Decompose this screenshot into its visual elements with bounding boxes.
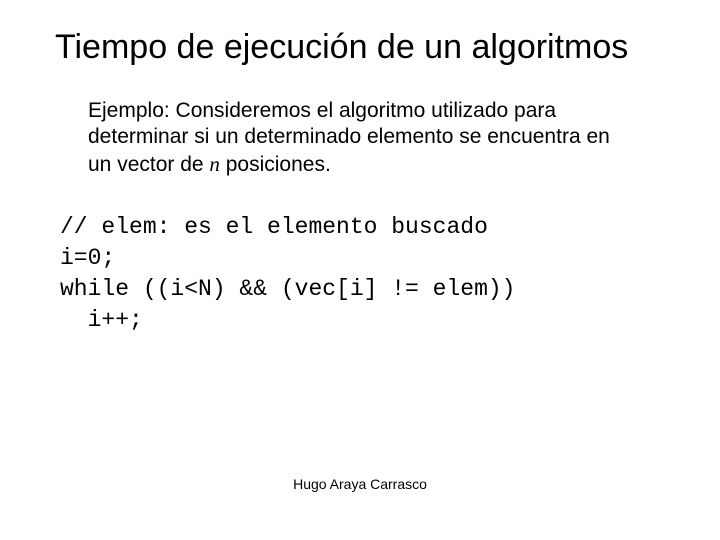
code-line-1: // elem: es el elemento buscado [60,214,488,240]
slide: Tiempo de ejecución de un algoritmos Eje… [0,0,720,540]
intro-italic-n: n [209,152,220,176]
code-line-4: i++; [60,307,143,333]
code-line-3: while ((i<N) && (vec[i] != elem)) [60,276,515,302]
footer-author: Hugo Araya Carrasco [0,476,720,492]
intro-text-1: Ejemplo: Consideremos el algoritmo utili… [88,99,610,176]
code-block: // elem: es el elemento buscado i=0; whi… [60,212,660,336]
intro-paragraph: Ejemplo: Consideremos el algoritmo utili… [88,98,628,178]
intro-text-2: posiciones. [220,153,331,176]
code-line-2: i=0; [60,245,115,271]
slide-title: Tiempo de ejecución de un algoritmos [55,28,680,67]
